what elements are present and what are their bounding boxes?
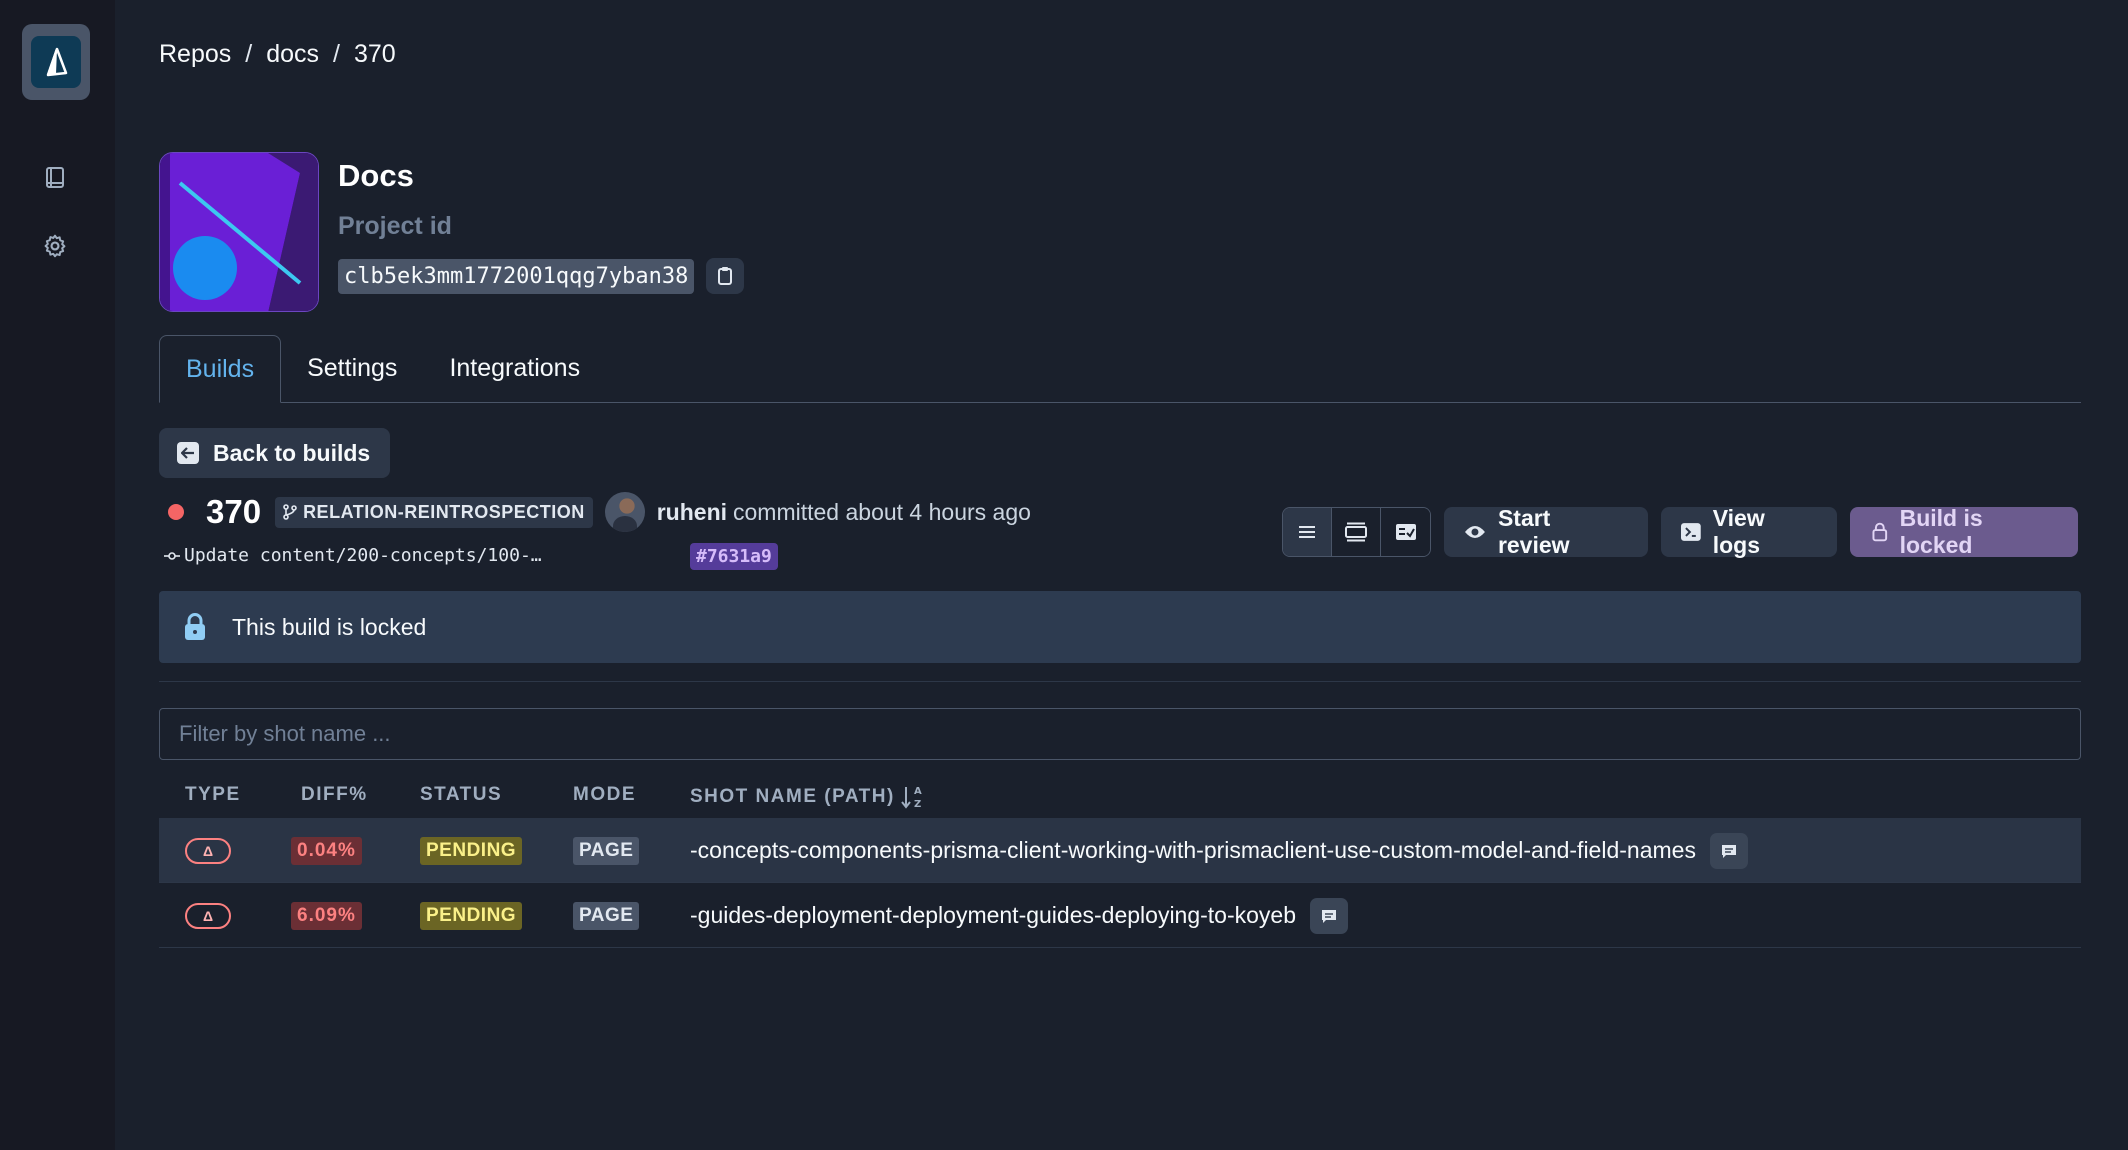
- build-header: 370 RELATION-REINTROSPECTION ruheni comm…: [159, 490, 1031, 534]
- project-id: clb5ek3mm1772001qqg7yban38: [338, 258, 695, 294]
- avatar: [604, 492, 645, 532]
- locked-alert: This build is locked: [159, 591, 2081, 663]
- table-header: TYPE DIFF% STATUS MODE SHOT NAME (PATH) …: [159, 784, 2081, 810]
- git-branch-icon: [283, 504, 297, 520]
- diff-type-badge: Δ: [185, 837, 231, 864]
- view-logs-label: View logs: [1712, 505, 1765, 558]
- commit-message: Update content/200-concepts/100-…: [164, 545, 542, 566]
- start-review-label: Start review: [1497, 505, 1570, 558]
- column-header-diff[interactable]: DIFF%: [301, 784, 368, 806]
- commit-time: committed about 4 hours ago: [733, 498, 1031, 525]
- status-badge: PENDING: [420, 836, 523, 865]
- lock-icon: [1872, 522, 1888, 542]
- gear-icon[interactable]: [40, 231, 70, 261]
- app-logo[interactable]: [22, 24, 90, 100]
- svg-text:Z: Z: [914, 799, 923, 810]
- project-id-row: clb5ek3mm1772001qqg7yban38: [338, 258, 745, 294]
- side-by-side-view-button[interactable]: [1332, 508, 1381, 556]
- main-content: Repos / docs / 370 Docs Project id clb5e…: [159, 0, 2081, 1150]
- list-view-button[interactable]: [1283, 508, 1332, 556]
- svg-text:A: A: [914, 786, 923, 797]
- column-header-type[interactable]: TYPE: [185, 784, 241, 806]
- mode-badge: PAGE: [573, 901, 640, 930]
- comment-icon: [1721, 844, 1736, 858]
- filter-shots-input[interactable]: [159, 708, 2081, 760]
- diff-percent-badge: 6.09%: [291, 901, 362, 930]
- tab-settings[interactable]: Settings: [281, 335, 423, 402]
- locked-alert-text: This build is locked: [232, 613, 427, 640]
- mode-badge: PAGE: [573, 836, 640, 865]
- list-icon: [1299, 526, 1315, 538]
- arrow-left-icon: [177, 442, 199, 464]
- shot-name[interactable]: -concepts-components-prisma-client-worki…: [690, 837, 1696, 864]
- column-header-shot-name-label: SHOT NAME (PATH): [690, 786, 895, 807]
- table-row[interactable]: Δ 6.09% PENDING PAGE -guides-deployment-…: [159, 883, 2081, 948]
- eye-icon: [1464, 526, 1485, 538]
- breadcrumb-separator: /: [245, 40, 253, 68]
- book-icon[interactable]: [40, 163, 70, 193]
- tab-builds[interactable]: Builds: [159, 335, 282, 403]
- diff-percent-badge: 0.04%: [291, 836, 362, 865]
- build-status-dot: [168, 504, 184, 520]
- git-commit-icon: [164, 551, 180, 560]
- commit-hash[interactable]: #7631a9: [690, 543, 778, 570]
- column-header-shot-name[interactable]: SHOT NAME (PATH) AZ: [690, 784, 923, 810]
- commit-author[interactable]: ruheni: [657, 499, 727, 526]
- breadcrumb-repos[interactable]: Repos: [159, 40, 231, 69]
- build-toolbar: Start review View logs Build is locked: [1282, 505, 2078, 558]
- terminal-icon: [1681, 523, 1701, 541]
- checklist-view-button[interactable]: [1381, 508, 1430, 556]
- status-badge: PENDING: [420, 901, 523, 930]
- view-mode-group: [1282, 507, 1431, 557]
- diff-type-badge: Δ: [185, 902, 231, 929]
- project-id-label: Project id: [338, 212, 452, 240]
- breadcrumb: Repos / docs / 370: [159, 40, 396, 69]
- tab-bar: Builds Settings Integrations: [159, 335, 2081, 403]
- build-number: 370: [206, 493, 262, 530]
- breadcrumb-build[interactable]: 370: [354, 40, 396, 69]
- breadcrumb-docs[interactable]: docs: [266, 40, 319, 69]
- start-review-button[interactable]: Start review: [1444, 505, 1648, 558]
- sort-alpha-icon: AZ: [901, 786, 923, 810]
- tab-integrations[interactable]: Integrations: [423, 335, 606, 402]
- divider: [159, 681, 2081, 682]
- rows-icon: [1345, 522, 1367, 542]
- back-to-builds-label: Back to builds: [213, 439, 371, 466]
- copy-button[interactable]: [706, 258, 745, 294]
- column-header-status[interactable]: STATUS: [420, 784, 502, 806]
- sidebar: [0, 0, 115, 1150]
- table-row[interactable]: Δ 0.04% PENDING PAGE -concepts-component…: [159, 818, 2081, 883]
- breadcrumb-separator: /: [333, 40, 340, 68]
- build-locked-label: Build is locked: [1899, 505, 1983, 558]
- branch-badge: RELATION-REINTROSPECTION: [275, 496, 593, 528]
- commit-message-text: Update content/200-concepts/100-…: [184, 545, 542, 566]
- clipboard-icon: [718, 267, 733, 285]
- view-logs-button[interactable]: View logs: [1661, 505, 1837, 558]
- branch-name: RELATION-REINTROSPECTION: [303, 501, 585, 522]
- prisma-logo-icon: [31, 36, 81, 88]
- back-to-builds-button[interactable]: Back to builds: [159, 428, 391, 478]
- comment-button[interactable]: [1709, 832, 1748, 869]
- comment-icon: [1322, 909, 1337, 923]
- comment-button[interactable]: [1310, 897, 1349, 934]
- project-name: Docs: [338, 158, 414, 193]
- project-avatar: [159, 152, 319, 312]
- checklist-icon: [1395, 524, 1416, 540]
- build-locked-button[interactable]: Build is locked: [1850, 505, 2078, 558]
- column-header-mode[interactable]: MODE: [573, 784, 636, 806]
- lock-icon: [185, 613, 205, 640]
- shot-name[interactable]: -guides-deployment-deployment-guides-dep…: [690, 902, 1296, 929]
